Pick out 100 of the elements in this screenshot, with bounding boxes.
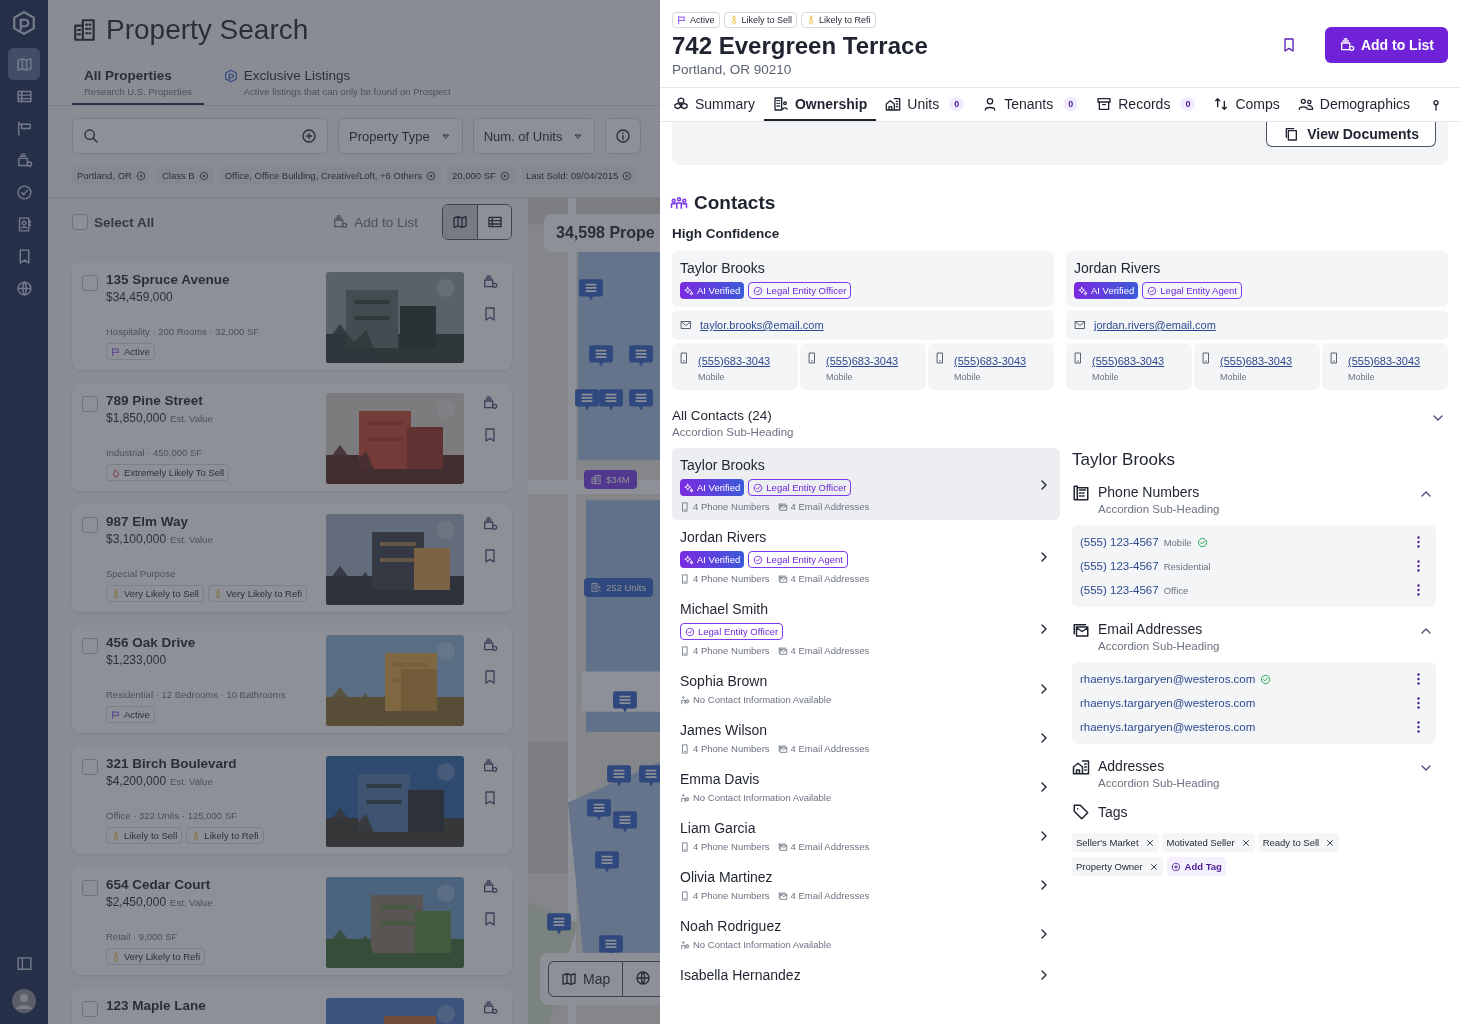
phone-link[interactable]: (555)683-3043 xyxy=(1092,355,1165,367)
email-link[interactable]: jordan.rivers@email.com xyxy=(1094,319,1216,331)
email-link[interactable]: taylor.brooks@email.com xyxy=(700,319,824,331)
phone-type: Mobile xyxy=(954,372,982,382)
filter-chip[interactable]: Last Sold: 09/04/2015 xyxy=(520,166,638,185)
filter-chip[interactable]: Portland, OR xyxy=(72,166,151,185)
detail-tab[interactable]: Comps xyxy=(1204,88,1289,121)
detail-tab[interactable]: Demographics xyxy=(1288,88,1420,121)
no-info-note: No Contact Information Available xyxy=(693,694,832,705)
contact-name: Taylor Brooks xyxy=(680,260,766,276)
badge-label: AI Verified xyxy=(697,285,741,296)
tab-label: All Properties xyxy=(84,68,173,83)
phone-link[interactable]: (555)683-3043 xyxy=(954,355,1027,367)
property-price: $34,459,000 xyxy=(106,290,173,304)
property-card[interactable]: 987 Elm Way $3,100,000 Est. Value Special Purpose Very Likely to Sell Very Likely to Refi xyxy=(72,504,512,612)
phone-link[interactable]: (555)683-3043 xyxy=(698,355,771,367)
phone-link[interactable]: (555) 123-4567 xyxy=(1080,536,1159,548)
tag-label: Motivated Seller xyxy=(1166,837,1235,848)
property-card[interactable]: 321 Birch Boulevard $4,200,000 Est. Value Office · 322 Units · 125,000 SF Likely to Sell Likely to Refi xyxy=(72,746,512,854)
chip-label: 20,000 SF xyxy=(452,170,496,181)
badge-label: Legal Entity Officer xyxy=(698,626,779,637)
filter-chip[interactable]: Office, Office Building, Creative/Loft, +6 Others xyxy=(219,166,442,185)
tag-label: Very Likely to Refi xyxy=(124,951,201,962)
contact-name: Michael Smith xyxy=(680,601,769,617)
map-button[interactable]: Map xyxy=(548,961,624,997)
property-type-dropdown[interactable]: Property Type xyxy=(338,118,463,154)
accordion-title: All Contacts (24) xyxy=(672,408,773,423)
tag-label: Active xyxy=(124,709,150,720)
property-details: Office · 322 Units · 125,000 SF xyxy=(106,810,238,821)
property-card[interactable]: 123 Maple Lane xyxy=(72,988,512,1024)
contact-card[interactable]: Jordan Rivers AI Verified Legal Entity Agent xyxy=(1066,251,1448,307)
property-details: Retail · 9,000 SF xyxy=(106,931,179,942)
phone-link[interactable]: (555) 123-4567 xyxy=(1080,584,1159,596)
detail-tab[interactable]: Summary xyxy=(664,88,764,121)
property-card[interactable]: 135 Spruce Avenue $34,459,000 Hospitality · 200 Rooms · 32,000 SF Active xyxy=(72,262,512,370)
property-name: 789 Pine Street xyxy=(106,393,204,408)
contact-row[interactable]: Isabella Hernandez xyxy=(672,958,1060,991)
contact-row[interactable]: Liam Garcia 4 Phone Numbers 4 Email Addresses xyxy=(672,811,1060,860)
badge-label: Legal Entity Officer xyxy=(766,285,847,296)
property-address: Portland, OR 90210 xyxy=(672,62,793,77)
phone-type: Office xyxy=(1163,584,1189,596)
contact-name: Liam Garcia xyxy=(680,820,757,836)
email-link[interactable]: rhaenys.targaryen@westeros.com xyxy=(1080,721,1256,733)
property-name: 321 Birch Boulevard xyxy=(106,756,238,771)
price-note: Est. Value xyxy=(170,897,213,908)
email-link[interactable]: rhaenys.targaryen@westeros.com xyxy=(1080,697,1256,709)
email-count: 4 Email Addresses xyxy=(790,573,870,584)
property-card[interactable]: 456 Oak Drive $1,233,000 Residential · 12 Bedrooms · 10 Bathrooms Active xyxy=(72,625,512,733)
detail-tab[interactable]: Records 0 xyxy=(1087,88,1205,121)
contact-row[interactable]: Noah Rodriguez No Contact Information Available xyxy=(672,909,1060,958)
add-to-list-button[interactable]: Add to List xyxy=(1324,26,1448,63)
contact-row[interactable]: James Wilson 4 Phone Numbers 4 Email Addresses xyxy=(672,713,1060,762)
badge-label: Legal Entity Officer xyxy=(766,482,847,493)
phone-link[interactable]: (555)683-3043 xyxy=(1348,355,1421,367)
contact-name: Emma Davis xyxy=(680,771,761,787)
price-note: Est. Value xyxy=(170,413,213,424)
filter-chip[interactable]: 20,000 SF xyxy=(447,166,515,185)
contact-row[interactable]: Sophia Brown No Contact Information Available xyxy=(672,664,1060,713)
contact-row[interactable]: Taylor Brooks AI Verified Legal Entity Officer 4 Phone Numbers 4 Email Addresses xyxy=(672,448,1060,520)
badge-label: Legal Entity Agent xyxy=(1160,285,1237,296)
property-card[interactable]: 654 Cedar Court $2,450,000 Est. Value Retail · 9,000 SF Very Likely to Refi xyxy=(72,867,512,975)
detail-tab[interactable]: Units 0 xyxy=(876,88,974,121)
badge-label: Legal Entity Agent xyxy=(766,554,843,565)
contact-row[interactable]: Michael Smith Legal Entity Officer 4 Phone Numbers 4 Email Addresses xyxy=(672,592,1060,664)
add-tag-button[interactable]: Add Tag xyxy=(1166,857,1226,876)
filter-chip[interactable]: Class B xyxy=(156,166,214,185)
contact-card[interactable]: Taylor Brooks AI Verified Legal Entity Officer xyxy=(672,251,1054,307)
phone-type: Mobile xyxy=(698,372,726,382)
badge-label: AI Verified xyxy=(1091,285,1135,296)
contact-name: Sophia Brown xyxy=(680,673,769,689)
property-title: 742 Evergreen Terrace xyxy=(672,32,929,60)
phone-type: Mobile xyxy=(1092,372,1120,382)
contact-name: Isabella Hernandez xyxy=(680,967,802,983)
contact-row[interactable]: Olivia Martinez 4 Phone Numbers 4 Email Addresses xyxy=(672,860,1060,909)
tag-chip[interactable]: Motivated Seller xyxy=(1162,833,1255,852)
tag-chip[interactable]: Ready to Sell xyxy=(1258,833,1340,852)
select-all-label: Select All xyxy=(94,214,155,230)
tag-chip[interactable]: Property Owner xyxy=(1072,857,1163,876)
view-documents-button[interactable]: View Documents xyxy=(1266,122,1436,147)
count-badge: 0 xyxy=(949,96,965,111)
email-link[interactable]: rhaenys.targaryen@westeros.com xyxy=(1080,673,1256,685)
phone-link[interactable]: (555) 123-4567 xyxy=(1080,560,1159,572)
property-name: 135 Spruce Avenue xyxy=(106,272,231,287)
property-price: $2,450,000 xyxy=(106,895,167,909)
property-card[interactable]: 789 Pine Street $1,850,000 Est. Value Industrial · 450,000 SF Extremely Likely To Sell xyxy=(72,383,512,491)
phone-link[interactable]: (555)683-3043 xyxy=(826,355,899,367)
accordion-title: Phone Numbers xyxy=(1098,484,1201,500)
contact-row[interactable]: Jordan Rivers AI Verified Legal Entity Agent 4 Phone Numbers 4 Email Addresses xyxy=(672,520,1060,592)
badge-label: AI Verified xyxy=(697,482,741,493)
units-dropdown[interactable]: Num. of Units xyxy=(472,118,596,154)
contact-row[interactable]: Emma Davis No Contact Information Available xyxy=(672,762,1060,811)
property-details: Special Purpose xyxy=(106,568,177,579)
page-tab[interactable]: All Properties Research U.S. Properties xyxy=(72,66,204,105)
email-count: 4 Email Addresses xyxy=(790,645,870,656)
detail-tab[interactable]: Tenants 0 xyxy=(973,88,1088,121)
contact-name: Jordan Rivers xyxy=(1074,260,1162,276)
tag-label: Seller's Market xyxy=(1076,837,1139,848)
tag-chip[interactable]: Seller's Market xyxy=(1072,833,1159,852)
contact-name: Taylor Brooks xyxy=(1072,450,1176,470)
phone-link[interactable]: (555)683-3043 xyxy=(1220,355,1293,367)
